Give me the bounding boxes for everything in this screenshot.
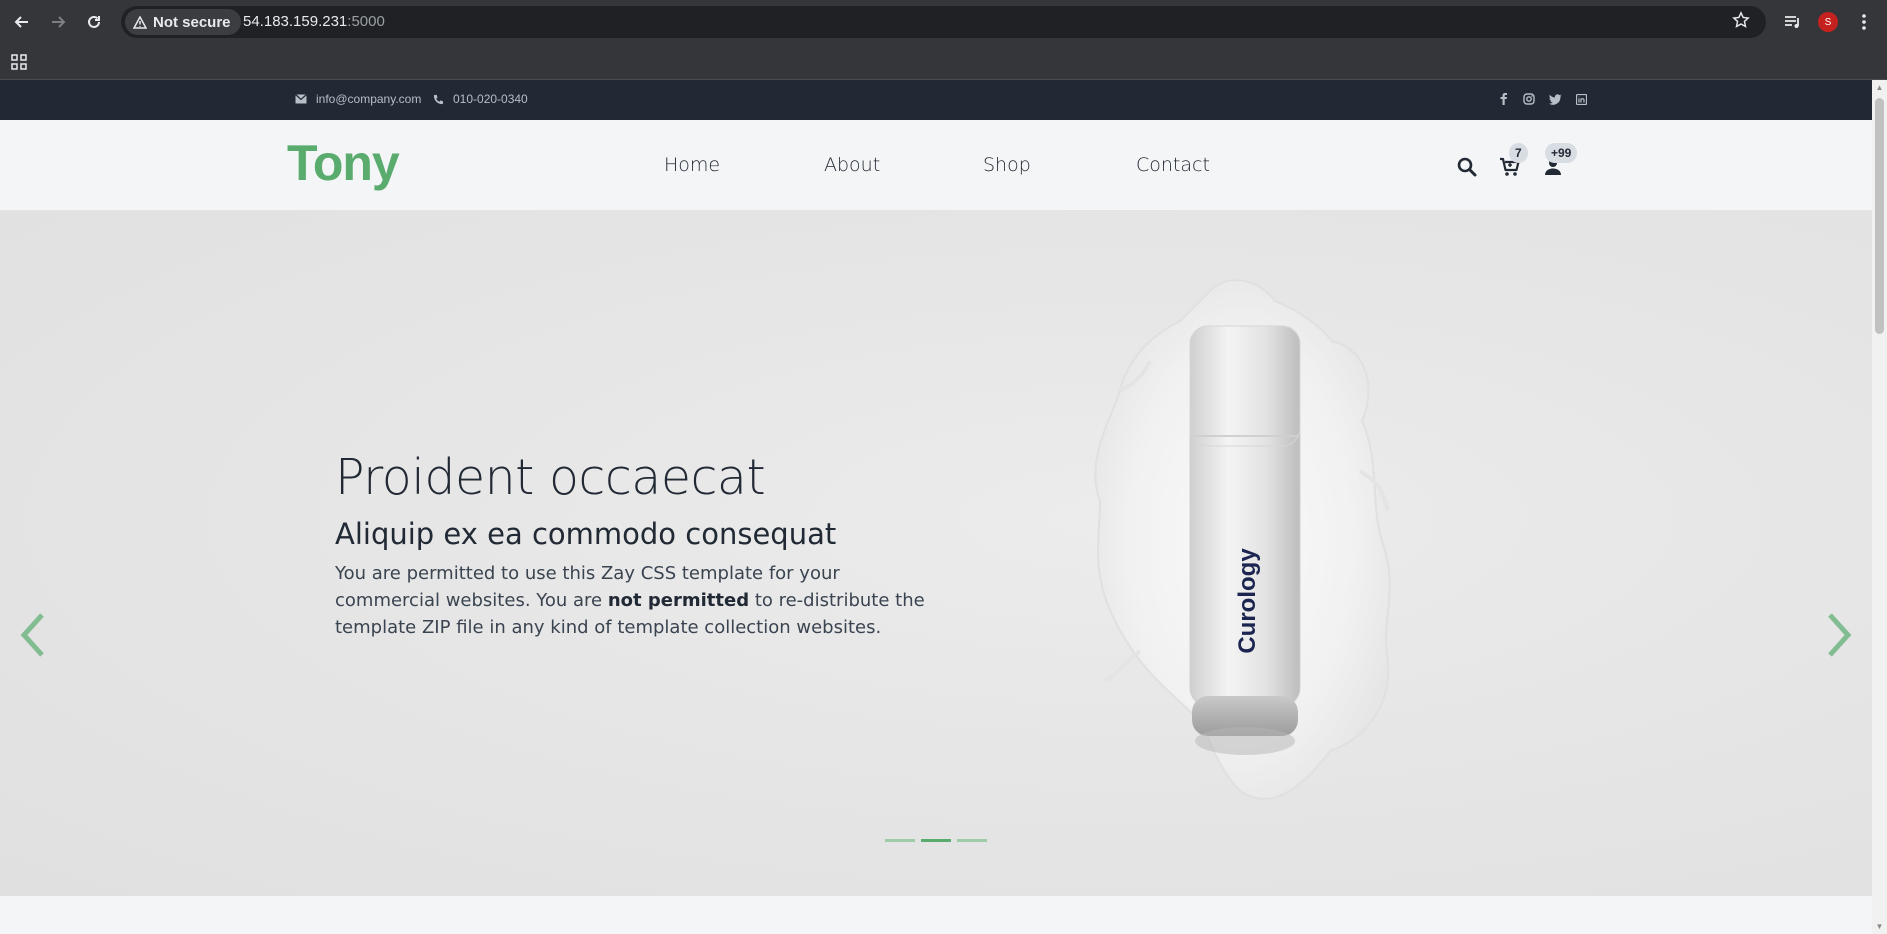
hero-carousel: Proident occaecat Aliquip ex ea commodo … [0, 211, 1872, 896]
phone-link[interactable]: 010-020-0340 [453, 92, 528, 106]
envelope-icon [295, 94, 307, 104]
phone-icon [433, 94, 444, 104]
page-viewport: info@company.com 010-020-0340 Tony Home … [0, 80, 1872, 934]
hero-product-image: Curology [1094, 279, 1391, 800]
scroll-down-icon[interactable]: ▼ [1875, 922, 1884, 931]
warning-icon [133, 15, 147, 29]
social-links [1496, 92, 1588, 106]
browser-toolbar: Not secure 54.183.159.231:5000 S [0, 0, 1887, 44]
twitter-icon[interactable] [1548, 92, 1562, 106]
page-scrollbar[interactable]: ▲ ▼ [1872, 80, 1887, 934]
carousel-indicators [885, 839, 987, 842]
address-bar[interactable]: Not secure 54.183.159.231:5000 [121, 6, 1766, 38]
contact-phone[interactable]: 010-020-0340 [433, 92, 528, 106]
hero-title: Proident occaecat [335, 449, 766, 506]
scroll-thumb[interactable] [1875, 98, 1884, 334]
site-logo[interactable]: Tony [287, 134, 400, 192]
url-host: 54.183.159.231 [243, 13, 348, 30]
page-content-below [0, 896, 1872, 934]
product-brand-label: Curology [1234, 548, 1261, 654]
contact-email[interactable]: info@company.com [295, 92, 421, 106]
url-port: :5000 [347, 13, 385, 30]
hero-subtitle: Aliquip ex ea commodo consequat [335, 517, 837, 551]
user-count-badge: +99 [1545, 143, 1578, 163]
nav-about[interactable]: About [824, 154, 880, 176]
site-header: Tony Home About Shop Contact 7 +99 [0, 120, 1872, 211]
carousel-next-icon[interactable] [1822, 609, 1858, 661]
top-info-bar: info@company.com 010-020-0340 [0, 80, 1872, 120]
carousel-prev-icon[interactable] [14, 609, 50, 661]
cart-count-badge: 7 [1509, 143, 1528, 163]
security-chip[interactable]: Not secure [125, 9, 241, 35]
search-icon[interactable] [1454, 154, 1480, 180]
apps-grid-icon[interactable] [11, 54, 27, 75]
profile-avatar[interactable]: S [1816, 10, 1840, 34]
hero-description: You are permitted to use this Zay CSS te… [335, 560, 935, 641]
instagram-icon[interactable] [1522, 92, 1536, 106]
hero-text-bold: not permitted [607, 590, 750, 611]
email-link[interactable]: info@company.com [316, 92, 421, 106]
carousel-indicator-2[interactable] [921, 839, 951, 842]
url-text[interactable]: 54.183.159.231:5000 [243, 13, 385, 30]
nav-shop[interactable]: Shop [983, 154, 1031, 176]
forward-icon[interactable] [46, 10, 70, 34]
nav-home[interactable]: Home [664, 154, 720, 176]
reload-icon[interactable] [82, 10, 106, 34]
carousel-indicator-1[interactable] [885, 839, 915, 842]
linkedin-icon[interactable] [1574, 92, 1588, 106]
back-icon[interactable] [10, 10, 34, 34]
browser-menu-icon[interactable] [1852, 10, 1876, 34]
bookmarks-bar [0, 44, 1887, 80]
facebook-icon[interactable] [1496, 92, 1510, 106]
bookmark-star-icon[interactable] [1732, 11, 1754, 33]
carousel-indicator-3[interactable] [957, 839, 987, 842]
media-control-icon[interactable] [1781, 10, 1805, 34]
security-label: Not secure [153, 13, 231, 31]
scroll-up-icon[interactable]: ▲ [1875, 83, 1884, 92]
nav-contact[interactable]: Contact [1136, 154, 1210, 176]
profile-initial: S [1818, 12, 1838, 32]
